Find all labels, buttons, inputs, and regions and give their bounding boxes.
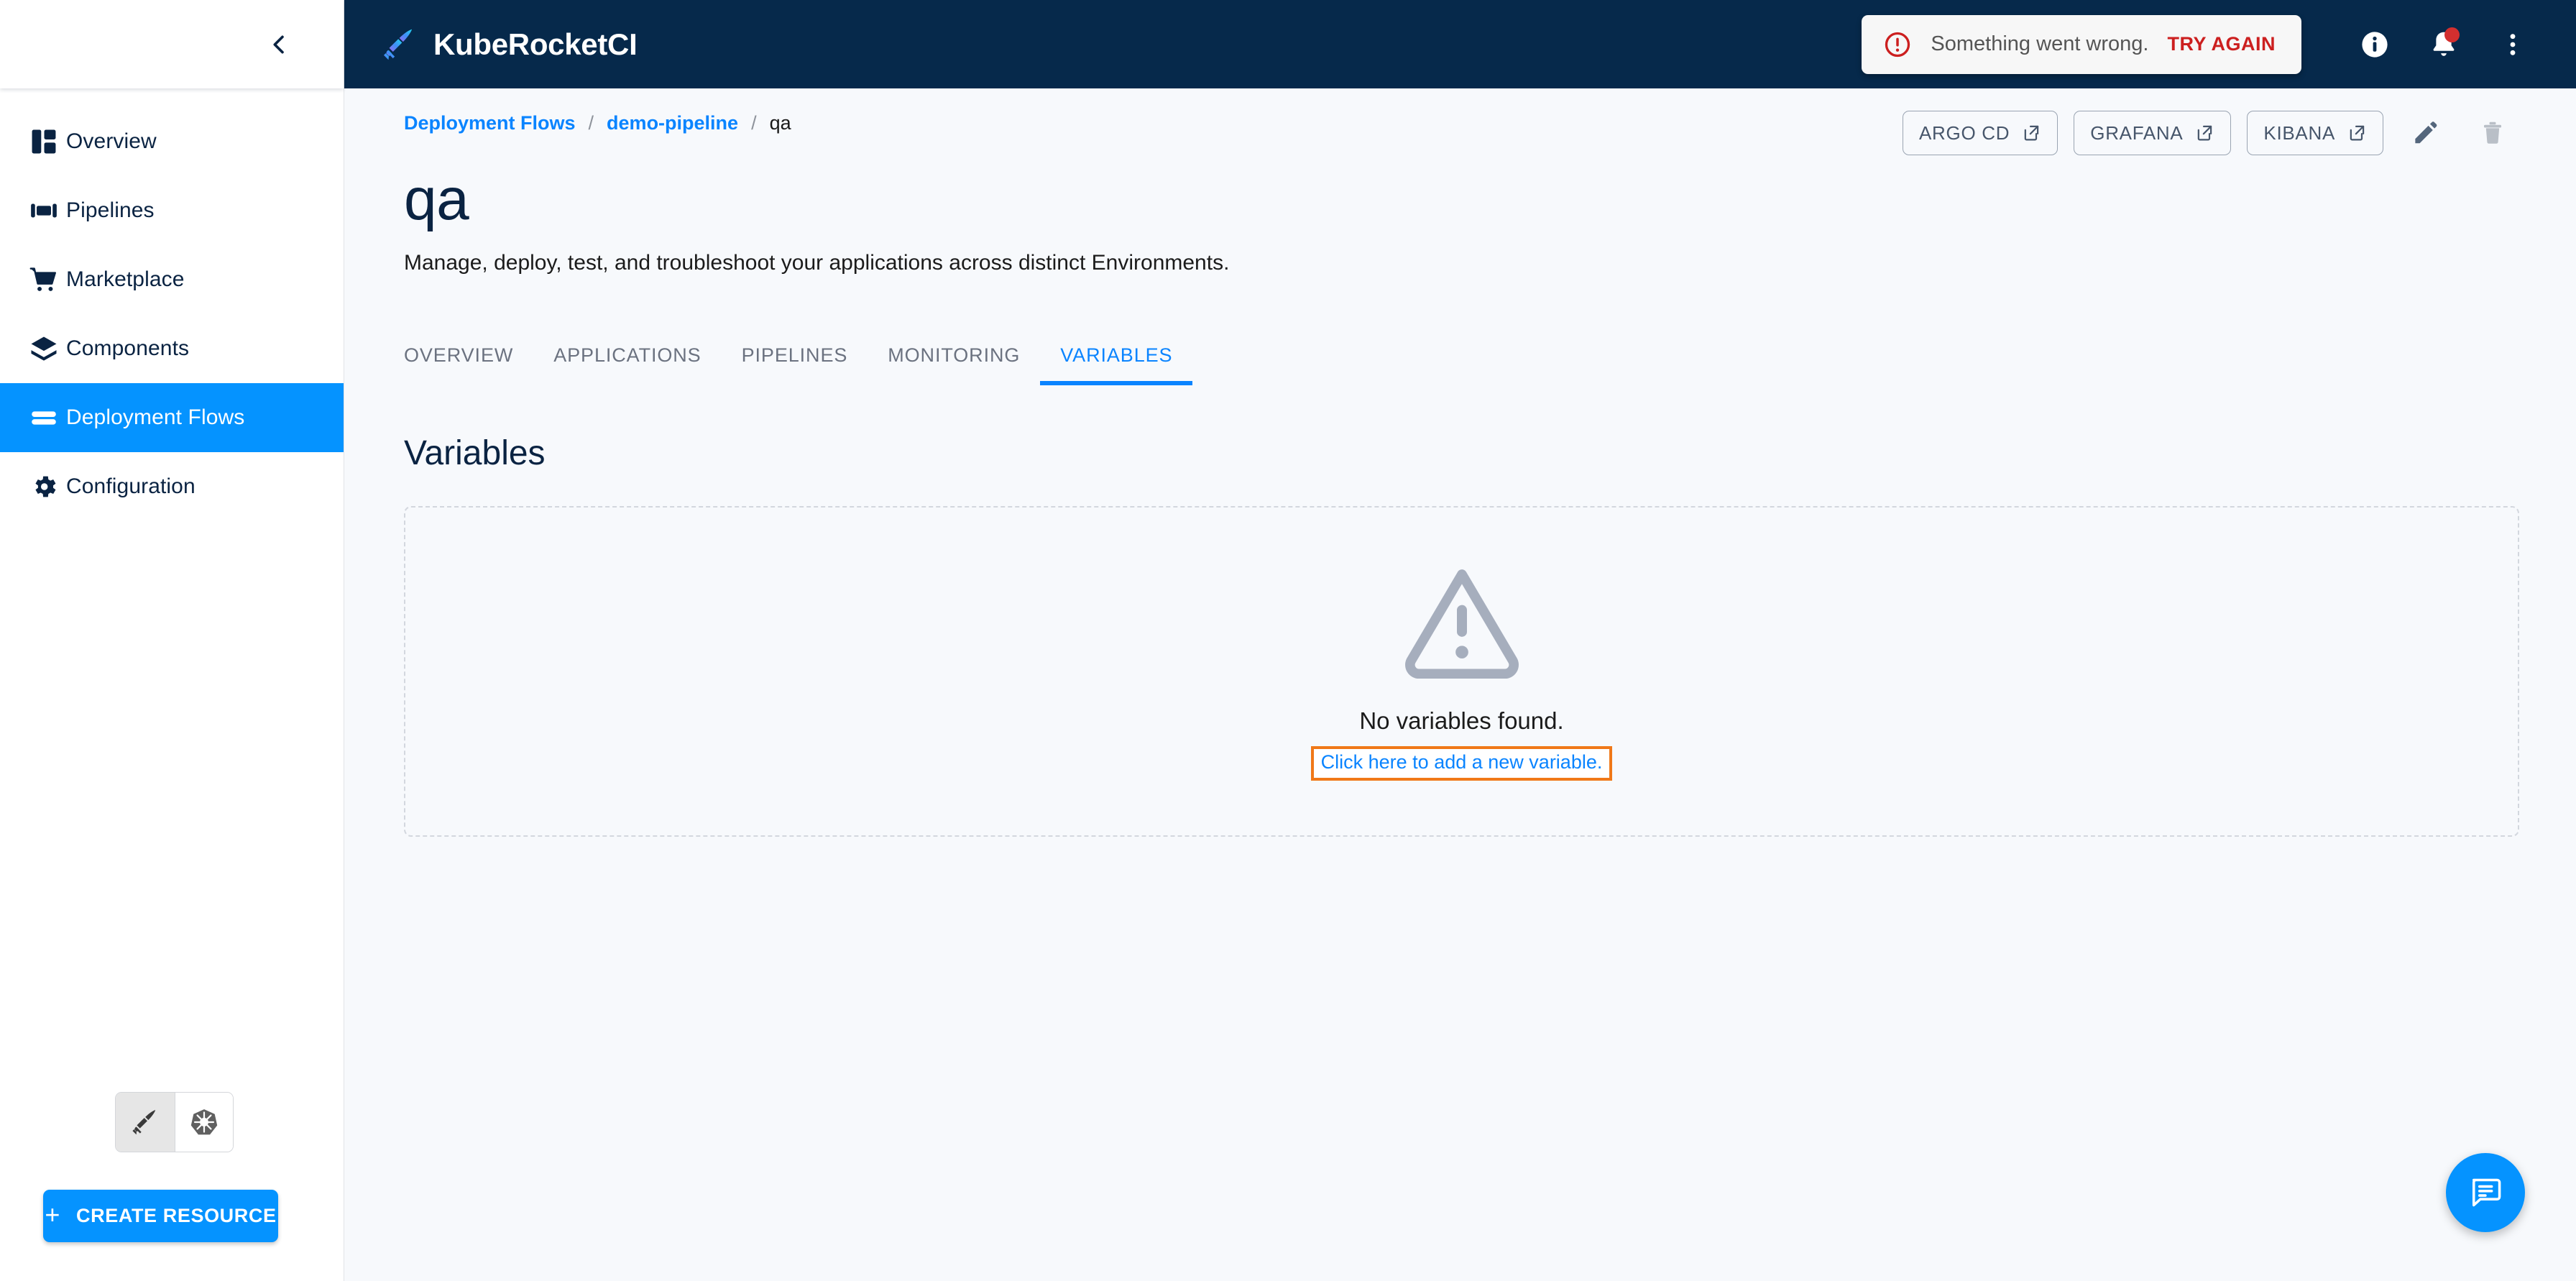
warning-triangle-icon [1404, 569, 1519, 679]
shopping-cart-icon [22, 265, 66, 295]
variables-empty-state: No variables found. Click here to add a … [404, 506, 2519, 837]
info-icon [2362, 31, 2388, 58]
kuberocketci-logo-icon [383, 29, 412, 60]
argo-cd-label: ARGO CD [1919, 121, 2010, 144]
gear-icon [22, 472, 66, 502]
info-button[interactable] [2340, 10, 2409, 79]
cluster-toggle-kubernetes[interactable] [174, 1093, 233, 1152]
brand[interactable]: KubeRocketCI [380, 26, 638, 63]
sidebar-item-label: Components [66, 336, 190, 360]
try-again-button[interactable]: TRY AGAIN [2167, 33, 2276, 55]
external-link-icon [2198, 125, 2212, 141]
tab-bar: OVERVIEW APPLICATIONS PIPELINES MONITORI… [404, 323, 2576, 386]
create-resource-button[interactable]: + CREATE RESOURCE [43, 1190, 278, 1242]
plus-icon: + [45, 1199, 61, 1229]
sidebar-item-label: Overview [66, 129, 157, 153]
grafana-label: GRAFANA [2090, 121, 2184, 144]
tab-variables[interactable]: VARIABLES [1040, 344, 1193, 386]
page-header-actions: ARGO CD GRAFANA KIBANA [1903, 107, 2518, 159]
error-toast: Something went wrong. TRY AGAIN [1862, 14, 2301, 74]
tab-pipelines[interactable]: PIPELINES [722, 344, 868, 385]
sidebar-item-label: Pipelines [66, 198, 155, 222]
page-description: Manage, deploy, test, and troubleshoot y… [404, 251, 1230, 275]
deployment-flows-icon [22, 403, 66, 433]
sidebar-collapse-button[interactable] [254, 19, 304, 70]
more-options-button[interactable] [2478, 10, 2547, 79]
create-resource-label: CREATE RESOURCE [76, 1205, 277, 1226]
external-link-icon [2350, 125, 2365, 141]
chat-button[interactable] [2446, 1153, 2525, 1232]
app-header-actions: Something went wrong. TRY AGAIN [1862, 10, 2576, 79]
dashboard-icon [22, 127, 66, 157]
external-link-icon [2024, 125, 2039, 141]
chat-bubble-icon [2472, 1178, 2501, 1207]
more-vertical-icon [2510, 33, 2516, 55]
chevron-left-icon [273, 35, 284, 53]
breadcrumb-item-demo-pipeline[interactable]: demo-pipeline [607, 112, 738, 134]
sidebar-item-deployment-flows[interactable]: Deployment Flows [0, 383, 344, 452]
section-title: Variables [404, 434, 546, 473]
brand-name: KubeRocketCI [433, 27, 638, 61]
pencil-icon [2415, 121, 2437, 144]
main-content: Deployment Flows / demo-pipeline / qa AR… [344, 88, 2576, 1281]
empty-state-title: No variables found. [1359, 707, 1564, 735]
kuberocketci-logo-icon [132, 1110, 155, 1135]
tab-overview[interactable]: OVERVIEW [404, 344, 533, 385]
breadcrumb-separator: / [588, 111, 594, 134]
cluster-toggle-group [115, 1092, 234, 1152]
sidebar-item-label: Deployment Flows [66, 405, 245, 429]
sidebar-item-overview[interactable]: Overview [0, 107, 344, 176]
kibana-link-button[interactable]: KIBANA [2247, 111, 2383, 155]
sidebar-footer: + CREATE RESOURCE [0, 1092, 344, 1281]
error-circle-icon [1885, 32, 1910, 57]
breadcrumb-item-deployment-flows[interactable]: Deployment Flows [404, 112, 576, 134]
trash-icon [2483, 121, 2502, 144]
sidebar-item-pipelines[interactable]: Pipelines [0, 176, 344, 245]
sidebar-item-configuration[interactable]: Configuration [0, 452, 344, 521]
kibana-label: KIBANA [2263, 121, 2335, 144]
sidebar-item-marketplace[interactable]: Marketplace [0, 245, 344, 314]
notifications-button[interactable] [2409, 10, 2478, 79]
tab-monitoring[interactable]: MONITORING [868, 344, 1040, 385]
add-variable-link[interactable]: Click here to add a new variable. [1310, 746, 1613, 781]
breadcrumb: Deployment Flows / demo-pipeline / qa AR… [344, 88, 2576, 157]
sidebar-item-label: Marketplace [66, 267, 185, 291]
page-title: qa [404, 167, 469, 232]
grafana-link-button[interactable]: GRAFANA [2074, 111, 2232, 155]
breadcrumb-separator: / [751, 111, 757, 134]
sidebar-nav: Overview Pipelines Marketplace Component… [0, 88, 344, 521]
sidebar-header [0, 0, 344, 88]
error-toast-message: Something went wrong. [1931, 32, 2149, 55]
layers-icon [22, 334, 66, 364]
breadcrumb-item-current: qa [769, 111, 791, 134]
delete-button[interactable] [2467, 107, 2518, 159]
tab-applications[interactable]: APPLICATIONS [533, 344, 721, 385]
app-header: KubeRocketCI Something went wrong. TRY A… [344, 0, 2576, 88]
argo-cd-link-button[interactable]: ARGO CD [1903, 111, 2058, 155]
kubernetes-helm-icon [190, 1109, 217, 1135]
cluster-toggle-kuberocketci[interactable] [116, 1093, 175, 1152]
sidebar: Overview Pipelines Marketplace Component… [0, 0, 344, 1281]
sidebar-item-label: Configuration [66, 474, 196, 498]
edit-button[interactable] [2399, 107, 2451, 159]
pipelines-icon [22, 196, 66, 226]
sidebar-item-components[interactable]: Components [0, 314, 344, 383]
notification-badge [2444, 27, 2460, 42]
